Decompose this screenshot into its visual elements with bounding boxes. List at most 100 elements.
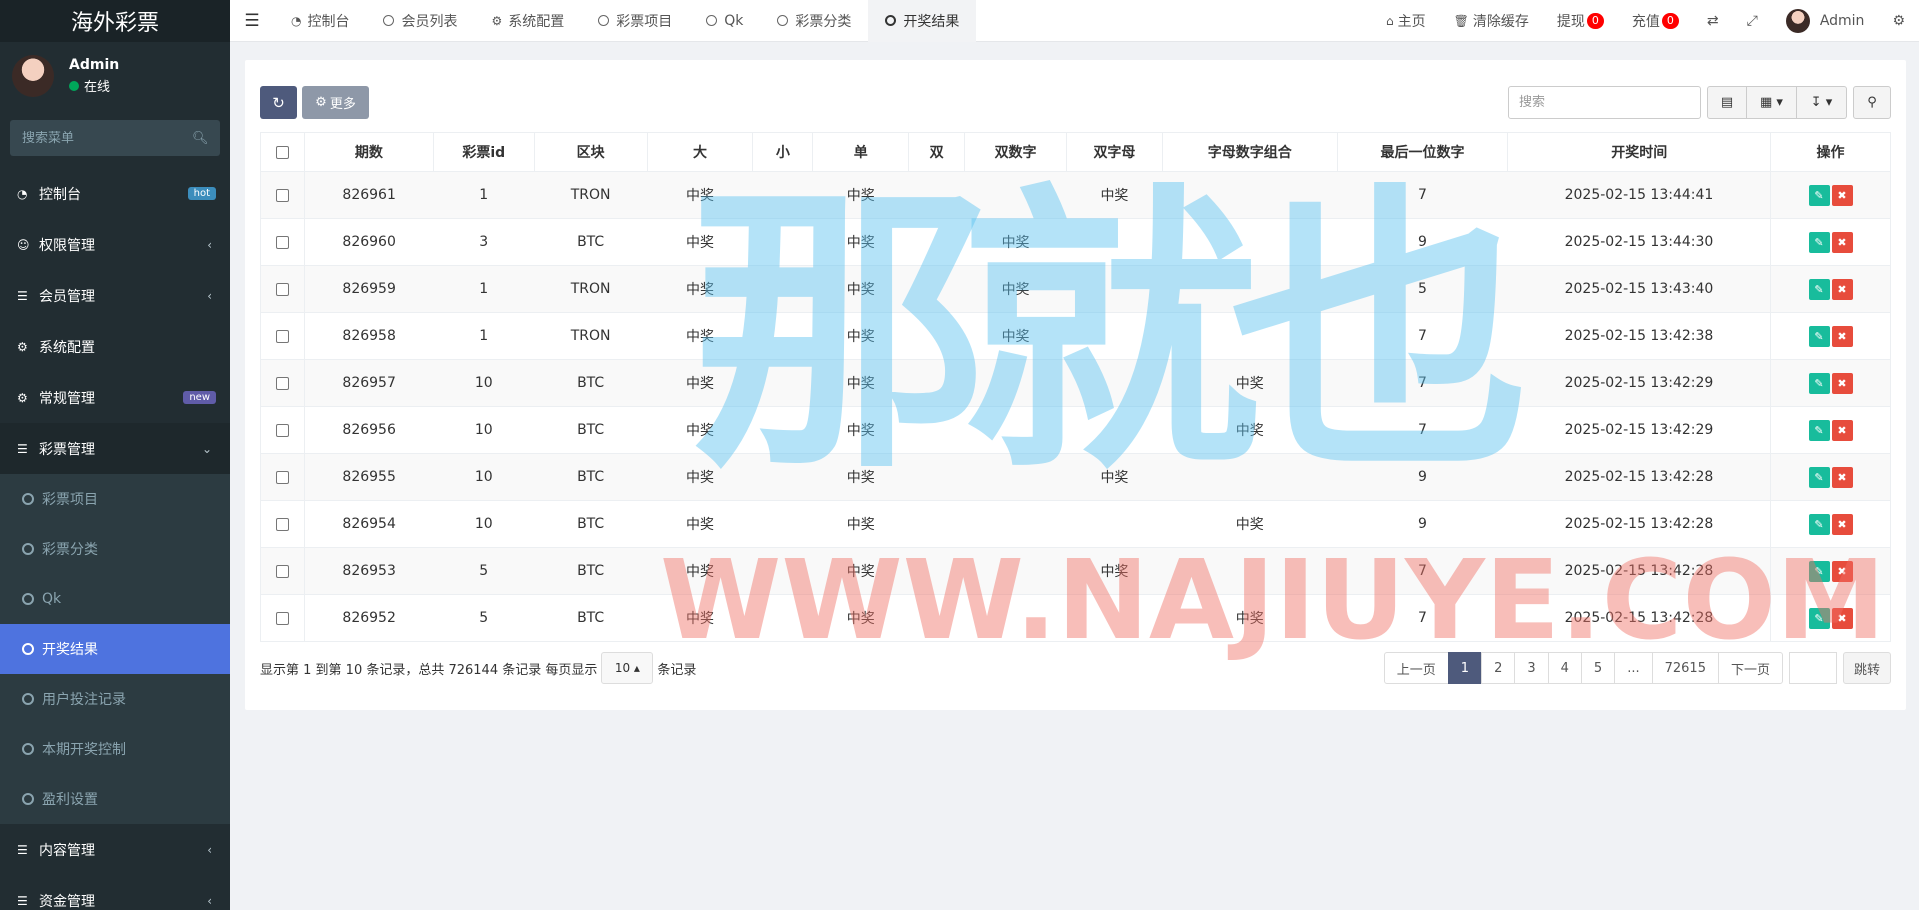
sidebar-item-0[interactable]: ◔ 控制台 hot <box>0 168 230 219</box>
row-checkbox[interactable] <box>275 235 289 249</box>
page-button-4[interactable]: 4 <box>1547 652 1582 684</box>
tab-5[interactable]: 彩票分类 <box>760 0 868 42</box>
export-button[interactable]: ↧ ▾ <box>1797 86 1847 119</box>
page-button-3[interactable]: 3 <box>1514 652 1549 684</box>
column-header[interactable]: 小 <box>752 132 814 172</box>
column-header[interactable]: 最后一位数字 <box>1336 132 1509 172</box>
sidebar-item-3[interactable]: ⚙ 系统配置 <box>0 321 230 372</box>
sidebar-item-4[interactable]: ⚙ 常规管理 new <box>0 372 230 423</box>
tab-4[interactable]: Qk <box>689 0 760 42</box>
delete-button[interactable]: ✖ <box>1831 419 1853 441</box>
jump-page-input[interactable] <box>1788 652 1837 684</box>
sidebar-item-2[interactable]: ☰ 会员管理 ‹ <box>0 270 230 321</box>
delete-button[interactable]: ✖ <box>1831 325 1853 347</box>
edit-button[interactable]: ✎ <box>1808 466 1830 488</box>
home-icon: ⌂ <box>1386 13 1394 28</box>
page-button-0[interactable]: 上一页 <box>1383 652 1449 684</box>
page-button-1[interactable]: 1 <box>1447 652 1483 684</box>
toggle-view-button[interactable]: ▤ <box>1707 86 1747 119</box>
edit-button[interactable]: ✎ <box>1808 513 1830 535</box>
edit-button[interactable]: ✎ <box>1808 231 1830 253</box>
delete-button[interactable]: ✖ <box>1831 231 1853 253</box>
edit-button[interactable]: ✎ <box>1808 372 1830 394</box>
column-header[interactable]: 双 <box>908 132 966 172</box>
column-header[interactable]: 彩票id <box>432 132 535 172</box>
row-checkbox[interactable] <box>275 376 289 390</box>
page-button-2[interactable]: 2 <box>1481 652 1516 684</box>
submenu-item-1[interactable]: 彩票分类 <box>0 524 230 574</box>
more-button[interactable]: ⚙ 更多 <box>302 86 369 119</box>
column-header[interactable]: 双数字 <box>964 132 1067 172</box>
jump-button[interactable]: 跳转 <box>1842 652 1891 684</box>
sidebar-item-6[interactable]: ☰ 内容管理 ‹ <box>0 824 230 875</box>
page-size-select[interactable]: 10 ▴ <box>601 652 654 684</box>
tab-3[interactable]: 彩票项目 <box>581 0 689 42</box>
column-header[interactable]: 开奖时间 <box>1507 132 1772 172</box>
row-checkbox[interactable] <box>275 517 289 531</box>
tab-0[interactable]: ◔ 控制台 <box>274 0 366 42</box>
edit-button[interactable]: ✎ <box>1808 184 1830 206</box>
fullscreen-icon[interactable]: ⤢ <box>1733 13 1772 29</box>
row-checkbox[interactable] <box>275 611 289 625</box>
edit-button[interactable]: ✎ <box>1808 325 1830 347</box>
page-button-8[interactable]: 下一页 <box>1717 652 1783 684</box>
app-logo[interactable]: 海外彩票 <box>0 0 230 42</box>
column-header[interactable]: 双字母 <box>1066 132 1163 172</box>
column-header[interactable]: 大 <box>646 132 754 172</box>
menu-search-input[interactable] <box>22 130 192 146</box>
menu-toggle-icon[interactable]: ☰ <box>230 11 274 31</box>
delete-button[interactable]: ✖ <box>1831 560 1853 582</box>
column-header[interactable]: 区块 <box>533 132 648 172</box>
row-checkbox[interactable] <box>275 423 289 437</box>
table-cell <box>752 171 813 219</box>
sidebar-item-7[interactable]: ☰ 资金管理 ‹ <box>0 875 230 910</box>
delete-button[interactable]: ✖ <box>1831 513 1853 535</box>
submenu-item-0[interactable]: 彩票项目 <box>0 474 230 524</box>
translate-icon[interactable]: ⇄ <box>1693 13 1733 29</box>
page-button-6[interactable]: ... <box>1614 652 1653 684</box>
search-icon[interactable]: 🔍︎ <box>192 131 209 146</box>
column-header[interactable]: 字母数字组合 <box>1161 132 1338 172</box>
submenu-item-4[interactable]: 用户投注记录 <box>0 674 230 724</box>
delete-button[interactable]: ✖ <box>1831 607 1853 629</box>
columns-button[interactable]: ▦ ▾ <box>1747 86 1797 119</box>
settings-gear-icon[interactable]: ⚙ <box>1878 13 1919 29</box>
column-header[interactable]: 操作 <box>1770 132 1891 172</box>
delete-button[interactable]: ✖ <box>1831 466 1853 488</box>
admin-menu[interactable]: Admin <box>1772 8 1879 33</box>
submenu-item-5[interactable]: 本期开奖控制 <box>0 724 230 774</box>
row-checkbox[interactable] <box>275 282 289 296</box>
row-checkbox[interactable] <box>275 329 289 343</box>
sidebar-item-5[interactable]: ☰ 彩票管理 ⌄ <box>0 423 230 474</box>
submenu-label: 彩票项目 <box>42 492 98 508</box>
row-checkbox[interactable] <box>275 564 289 578</box>
edit-button[interactable]: ✎ <box>1808 419 1830 441</box>
edit-button[interactable]: ✎ <box>1808 560 1830 582</box>
delete-button[interactable]: ✖ <box>1831 372 1853 394</box>
column-header[interactable]: 单 <box>812 132 910 172</box>
submenu-item-6[interactable]: 盈利设置 <box>0 774 230 824</box>
edit-button[interactable]: ✎ <box>1808 278 1830 300</box>
delete-button[interactable]: ✖ <box>1831 278 1853 300</box>
edit-button[interactable]: ✎ <box>1808 607 1830 629</box>
advanced-search-button[interactable]: ⚲ <box>1853 86 1891 119</box>
recharge-link[interactable]: 充值 0 <box>1618 11 1693 31</box>
table-search-input[interactable] <box>1508 86 1701 119</box>
column-header[interactable]: 期数 <box>303 132 434 172</box>
withdraw-link[interactable]: 提现 0 <box>1543 11 1618 31</box>
page-button-5[interactable]: 5 <box>1580 652 1616 684</box>
tab-2[interactable]: ⚙ 系统配置 <box>474 0 581 42</box>
home-link[interactable]: ⌂ 主页 <box>1372 11 1440 31</box>
row-checkbox[interactable] <box>275 470 289 484</box>
submenu-item-2[interactable]: Qk <box>0 574 230 624</box>
sidebar-item-1[interactable]: ☺ 权限管理 ‹ <box>0 219 230 270</box>
delete-button[interactable]: ✖ <box>1831 184 1853 206</box>
row-checkbox[interactable] <box>275 188 289 202</box>
clear-cache-link[interactable]: 🗑︎ 清除缓存 <box>1440 11 1543 31</box>
tab-1[interactable]: 会员列表 <box>366 0 474 42</box>
refresh-button[interactable]: ↻ <box>260 86 297 119</box>
tab-6[interactable]: 开奖结果 <box>868 0 977 42</box>
select-all-checkbox[interactable] <box>275 145 289 159</box>
submenu-item-3[interactable]: 开奖结果 <box>0 624 230 674</box>
page-button-7[interactable]: 72615 <box>1651 652 1719 684</box>
